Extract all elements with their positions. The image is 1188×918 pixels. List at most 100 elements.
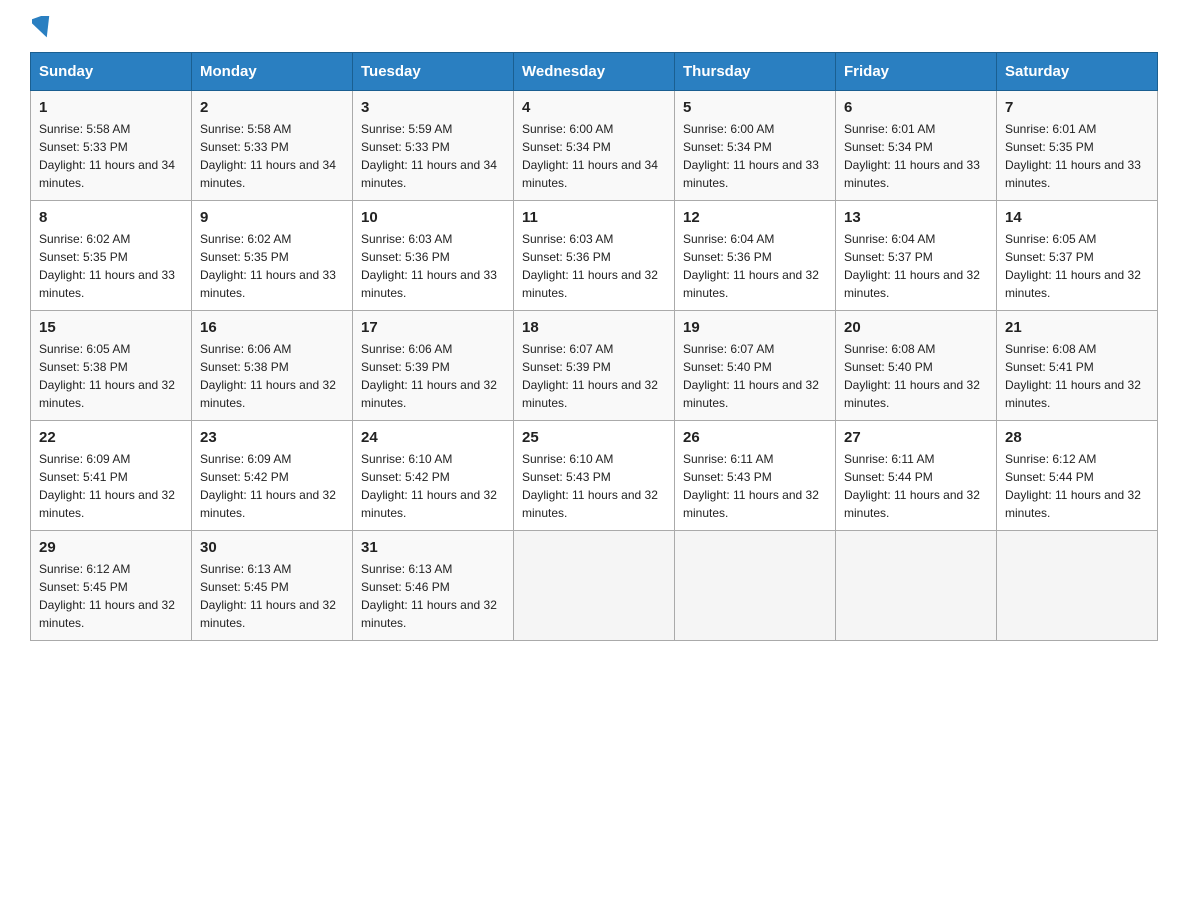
day-info: Sunrise: 6:05 AM Sunset: 5:38 PM Dayligh… — [39, 340, 183, 412]
day-info: Sunrise: 6:09 AM Sunset: 5:42 PM Dayligh… — [200, 450, 344, 522]
day-number: 27 — [844, 429, 988, 446]
day-number: 9 — [200, 209, 344, 226]
calendar-cell: 18 Sunrise: 6:07 AM Sunset: 5:39 PM Dayl… — [514, 311, 675, 421]
day-info: Sunrise: 6:08 AM Sunset: 5:40 PM Dayligh… — [844, 340, 988, 412]
calendar-cell: 12 Sunrise: 6:04 AM Sunset: 5:36 PM Dayl… — [675, 201, 836, 311]
calendar-cell: 30 Sunrise: 6:13 AM Sunset: 5:45 PM Dayl… — [192, 531, 353, 641]
calendar-week-row: 22 Sunrise: 6:09 AM Sunset: 5:41 PM Dayl… — [31, 421, 1158, 531]
day-info: Sunrise: 6:10 AM Sunset: 5:43 PM Dayligh… — [522, 450, 666, 522]
day-number: 16 — [200, 319, 344, 336]
day-number: 28 — [1005, 429, 1149, 446]
day-info: Sunrise: 6:10 AM Sunset: 5:42 PM Dayligh… — [361, 450, 505, 522]
day-number: 24 — [361, 429, 505, 446]
day-info: Sunrise: 6:01 AM Sunset: 5:34 PM Dayligh… — [844, 120, 988, 192]
day-info: Sunrise: 6:11 AM Sunset: 5:44 PM Dayligh… — [844, 450, 988, 522]
calendar-cell: 8 Sunrise: 6:02 AM Sunset: 5:35 PM Dayli… — [31, 201, 192, 311]
col-header-wednesday: Wednesday — [514, 53, 675, 91]
calendar-cell: 5 Sunrise: 6:00 AM Sunset: 5:34 PM Dayli… — [675, 91, 836, 201]
day-number: 25 — [522, 429, 666, 446]
calendar-cell: 29 Sunrise: 6:12 AM Sunset: 5:45 PM Dayl… — [31, 531, 192, 641]
col-header-thursday: Thursday — [675, 53, 836, 91]
day-info: Sunrise: 6:05 AM Sunset: 5:37 PM Dayligh… — [1005, 230, 1149, 302]
day-number: 20 — [844, 319, 988, 336]
day-number: 31 — [361, 539, 505, 556]
calendar-cell: 11 Sunrise: 6:03 AM Sunset: 5:36 PM Dayl… — [514, 201, 675, 311]
calendar-cell: 3 Sunrise: 5:59 AM Sunset: 5:33 PM Dayli… — [353, 91, 514, 201]
logo-arrow-icon — [32, 16, 54, 38]
calendar-cell: 24 Sunrise: 6:10 AM Sunset: 5:42 PM Dayl… — [353, 421, 514, 531]
day-number: 11 — [522, 209, 666, 226]
day-number: 15 — [39, 319, 183, 336]
col-header-tuesday: Tuesday — [353, 53, 514, 91]
calendar-cell — [836, 531, 997, 641]
day-info: Sunrise: 6:01 AM Sunset: 5:35 PM Dayligh… — [1005, 120, 1149, 192]
day-number: 14 — [1005, 209, 1149, 226]
day-info: Sunrise: 6:06 AM Sunset: 5:39 PM Dayligh… — [361, 340, 505, 412]
calendar-cell: 28 Sunrise: 6:12 AM Sunset: 5:44 PM Dayl… — [997, 421, 1158, 531]
day-number: 22 — [39, 429, 183, 446]
page-header — [30, 20, 1158, 32]
day-number: 2 — [200, 99, 344, 116]
day-info: Sunrise: 6:08 AM Sunset: 5:41 PM Dayligh… — [1005, 340, 1149, 412]
day-number: 6 — [844, 99, 988, 116]
calendar-cell: 23 Sunrise: 6:09 AM Sunset: 5:42 PM Dayl… — [192, 421, 353, 531]
day-number: 30 — [200, 539, 344, 556]
day-number: 13 — [844, 209, 988, 226]
calendar-table: SundayMondayTuesdayWednesdayThursdayFrid… — [30, 52, 1158, 641]
calendar-cell — [997, 531, 1158, 641]
calendar-cell — [514, 531, 675, 641]
day-info: Sunrise: 6:04 AM Sunset: 5:36 PM Dayligh… — [683, 230, 827, 302]
day-info: Sunrise: 6:04 AM Sunset: 5:37 PM Dayligh… — [844, 230, 988, 302]
col-header-monday: Monday — [192, 53, 353, 91]
day-number: 7 — [1005, 99, 1149, 116]
calendar-cell: 17 Sunrise: 6:06 AM Sunset: 5:39 PM Dayl… — [353, 311, 514, 421]
day-number: 23 — [200, 429, 344, 446]
day-number: 19 — [683, 319, 827, 336]
day-number: 17 — [361, 319, 505, 336]
day-info: Sunrise: 6:11 AM Sunset: 5:43 PM Dayligh… — [683, 450, 827, 522]
calendar-week-row: 8 Sunrise: 6:02 AM Sunset: 5:35 PM Dayli… — [31, 201, 1158, 311]
calendar-cell: 14 Sunrise: 6:05 AM Sunset: 5:37 PM Dayl… — [997, 201, 1158, 311]
day-info: Sunrise: 6:07 AM Sunset: 5:40 PM Dayligh… — [683, 340, 827, 412]
calendar-cell: 20 Sunrise: 6:08 AM Sunset: 5:40 PM Dayl… — [836, 311, 997, 421]
calendar-cell — [675, 531, 836, 641]
calendar-cell: 10 Sunrise: 6:03 AM Sunset: 5:36 PM Dayl… — [353, 201, 514, 311]
calendar-week-row: 29 Sunrise: 6:12 AM Sunset: 5:45 PM Dayl… — [31, 531, 1158, 641]
day-info: Sunrise: 6:03 AM Sunset: 5:36 PM Dayligh… — [361, 230, 505, 302]
calendar-cell: 1 Sunrise: 5:58 AM Sunset: 5:33 PM Dayli… — [31, 91, 192, 201]
calendar-cell: 22 Sunrise: 6:09 AM Sunset: 5:41 PM Dayl… — [31, 421, 192, 531]
day-info: Sunrise: 6:13 AM Sunset: 5:45 PM Dayligh… — [200, 560, 344, 632]
calendar-cell: 13 Sunrise: 6:04 AM Sunset: 5:37 PM Dayl… — [836, 201, 997, 311]
day-info: Sunrise: 6:12 AM Sunset: 5:45 PM Dayligh… — [39, 560, 183, 632]
day-number: 8 — [39, 209, 183, 226]
calendar-cell: 19 Sunrise: 6:07 AM Sunset: 5:40 PM Dayl… — [675, 311, 836, 421]
calendar-header-row: SundayMondayTuesdayWednesdayThursdayFrid… — [31, 53, 1158, 91]
calendar-cell: 25 Sunrise: 6:10 AM Sunset: 5:43 PM Dayl… — [514, 421, 675, 531]
day-number: 12 — [683, 209, 827, 226]
col-header-saturday: Saturday — [997, 53, 1158, 91]
calendar-cell: 15 Sunrise: 6:05 AM Sunset: 5:38 PM Dayl… — [31, 311, 192, 421]
calendar-cell: 2 Sunrise: 5:58 AM Sunset: 5:33 PM Dayli… — [192, 91, 353, 201]
calendar-cell: 9 Sunrise: 6:02 AM Sunset: 5:35 PM Dayli… — [192, 201, 353, 311]
day-number: 4 — [522, 99, 666, 116]
calendar-cell: 26 Sunrise: 6:11 AM Sunset: 5:43 PM Dayl… — [675, 421, 836, 531]
calendar-cell: 4 Sunrise: 6:00 AM Sunset: 5:34 PM Dayli… — [514, 91, 675, 201]
col-header-friday: Friday — [836, 53, 997, 91]
calendar-cell: 6 Sunrise: 6:01 AM Sunset: 5:34 PM Dayli… — [836, 91, 997, 201]
calendar-week-row: 15 Sunrise: 6:05 AM Sunset: 5:38 PM Dayl… — [31, 311, 1158, 421]
day-number: 29 — [39, 539, 183, 556]
calendar-cell: 31 Sunrise: 6:13 AM Sunset: 5:46 PM Dayl… — [353, 531, 514, 641]
day-info: Sunrise: 6:02 AM Sunset: 5:35 PM Dayligh… — [39, 230, 183, 302]
day-info: Sunrise: 5:59 AM Sunset: 5:33 PM Dayligh… — [361, 120, 505, 192]
calendar-cell: 7 Sunrise: 6:01 AM Sunset: 5:35 PM Dayli… — [997, 91, 1158, 201]
day-info: Sunrise: 6:12 AM Sunset: 5:44 PM Dayligh… — [1005, 450, 1149, 522]
day-number: 1 — [39, 99, 183, 116]
day-number: 18 — [522, 319, 666, 336]
calendar-cell: 16 Sunrise: 6:06 AM Sunset: 5:38 PM Dayl… — [192, 311, 353, 421]
day-info: Sunrise: 5:58 AM Sunset: 5:33 PM Dayligh… — [200, 120, 344, 192]
day-info: Sunrise: 5:58 AM Sunset: 5:33 PM Dayligh… — [39, 120, 183, 192]
day-number: 21 — [1005, 319, 1149, 336]
day-info: Sunrise: 6:09 AM Sunset: 5:41 PM Dayligh… — [39, 450, 183, 522]
day-info: Sunrise: 6:06 AM Sunset: 5:38 PM Dayligh… — [200, 340, 344, 412]
col-header-sunday: Sunday — [31, 53, 192, 91]
